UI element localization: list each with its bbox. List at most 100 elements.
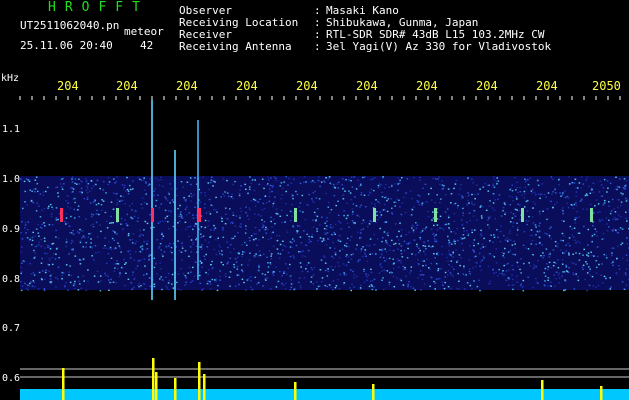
noise-dot xyxy=(562,271,564,273)
noise-dot xyxy=(265,232,268,234)
noise-dot xyxy=(325,228,328,231)
noise-dot xyxy=(578,242,581,244)
noise-dot xyxy=(107,253,110,255)
noise-dot xyxy=(434,240,436,242)
noise-dot xyxy=(528,262,530,264)
noise-dot xyxy=(95,183,97,186)
noise-dot xyxy=(615,231,618,233)
noise-dot xyxy=(34,246,37,248)
noise-dot xyxy=(307,242,310,244)
noise-dot xyxy=(120,223,122,225)
noise-dot xyxy=(210,264,212,266)
noise-dot xyxy=(537,282,539,284)
noise-dot xyxy=(575,191,578,193)
noise-dot xyxy=(104,237,107,239)
noise-dot xyxy=(269,184,272,187)
noise-dot xyxy=(310,281,312,283)
noise-dot xyxy=(450,287,452,290)
x-tick-label: 204 xyxy=(476,79,498,93)
noise-dot xyxy=(264,278,267,280)
noise-dot xyxy=(442,284,444,286)
noise-dot xyxy=(194,206,196,208)
noise-dot xyxy=(123,184,126,187)
noise-dot xyxy=(337,278,339,281)
noise-dot xyxy=(24,224,27,226)
y-tick-label: 0.6 xyxy=(2,373,21,384)
noise-dot xyxy=(289,289,292,291)
noise-dot xyxy=(471,229,473,231)
noise-dot xyxy=(210,229,212,231)
noise-dot xyxy=(31,285,34,287)
noise-dot xyxy=(178,250,181,252)
noise-dot xyxy=(66,195,69,197)
noise-dot xyxy=(223,195,226,197)
noise-dot xyxy=(208,198,211,201)
noise-dot xyxy=(454,243,456,245)
noise-dot xyxy=(333,231,335,234)
noise-dot xyxy=(208,269,210,271)
noise-dot xyxy=(330,209,333,211)
noise-dot xyxy=(575,273,577,275)
noise-dot xyxy=(262,226,264,228)
noise-dot xyxy=(547,266,550,268)
noise-dot xyxy=(107,275,109,277)
noise-dot xyxy=(342,188,344,190)
noise-dot xyxy=(447,286,450,288)
noise-dot xyxy=(39,193,42,195)
noise-dot xyxy=(489,200,491,202)
noise-dot xyxy=(538,225,540,227)
noise-dot xyxy=(509,249,512,252)
noise-dot xyxy=(67,289,69,291)
noise-dot xyxy=(577,276,579,278)
noise-dot xyxy=(547,279,549,281)
noise-dot xyxy=(169,183,171,185)
noise-dot xyxy=(597,284,600,287)
noise-dot xyxy=(535,265,537,268)
noise-dot xyxy=(192,217,195,219)
noise-dot xyxy=(519,186,521,189)
noise-dot xyxy=(388,186,391,188)
noise-dot xyxy=(448,264,450,266)
noise-dot xyxy=(578,252,581,255)
noise-dot xyxy=(339,273,342,276)
noise-dot xyxy=(324,181,326,183)
noise-dot xyxy=(227,261,229,263)
noise-dot xyxy=(230,196,233,198)
noise-dot xyxy=(238,274,240,276)
noise-dot xyxy=(98,213,100,216)
noise-dot xyxy=(471,231,473,234)
signal-spike xyxy=(198,362,201,400)
noise-dot xyxy=(550,285,552,287)
noise-dot xyxy=(193,225,196,227)
noise-dot xyxy=(542,257,544,259)
noise-dot xyxy=(49,246,51,248)
noise-dot xyxy=(308,239,311,241)
noise-dot xyxy=(396,258,399,260)
noise-dot xyxy=(421,260,424,262)
noise-dot xyxy=(44,271,47,274)
noise-dot xyxy=(447,243,450,245)
noise-dot xyxy=(131,242,134,244)
noise-dot xyxy=(519,285,522,287)
noise-dot xyxy=(603,253,606,256)
noise-dot xyxy=(153,285,156,288)
noise-dot xyxy=(502,207,505,209)
noise-dot xyxy=(300,287,302,289)
noise-dot xyxy=(473,239,476,241)
noise-dot xyxy=(215,253,218,256)
noise-dot xyxy=(26,284,29,286)
noise-dot xyxy=(204,195,207,197)
noise-dot xyxy=(210,176,213,178)
noise-dot xyxy=(145,181,147,183)
noise-dot xyxy=(360,182,362,185)
noise-dot xyxy=(37,232,40,234)
noise-dot xyxy=(616,218,619,220)
noise-dot xyxy=(61,186,63,188)
noise-dot xyxy=(392,267,395,270)
noise-dot xyxy=(492,268,494,271)
noise-dot xyxy=(65,213,68,215)
noise-dot xyxy=(160,176,162,178)
noise-dot xyxy=(217,284,219,287)
noise-dot xyxy=(33,249,35,252)
noise-dot xyxy=(23,260,26,263)
